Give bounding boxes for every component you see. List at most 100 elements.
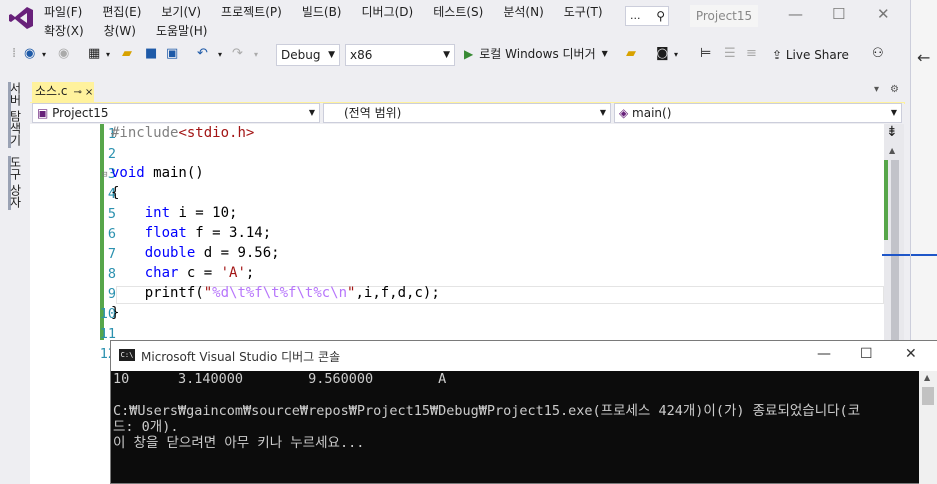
scope-value: (전역 범위): [344, 106, 402, 120]
comment-icon[interactable]: ☰: [724, 46, 736, 61]
tab-label: 소스.c: [35, 84, 68, 98]
scroll-up-icon[interactable]: ▲: [889, 146, 895, 155]
chevron-down-icon: ▼: [443, 50, 450, 60]
undo-dropdown-icon[interactable]: ▾: [218, 50, 222, 59]
back-arrow-icon[interactable]: ←: [917, 48, 930, 67]
code-line-5: int i = 10;: [144, 205, 238, 221]
search-input[interactable]: ... ⚲: [625, 6, 669, 26]
pin-icon[interactable]: ⊸: [74, 87, 82, 98]
solution-configuration-select[interactable]: Debug ▼: [276, 44, 340, 66]
line-number: 3: [107, 166, 116, 182]
chevron-down-icon[interactable]: ▼: [602, 49, 608, 58]
play-icon: ▶: [464, 46, 474, 61]
minimize-icon[interactable]: —: [788, 5, 803, 23]
debug-console-window[interactable]: C:\ Microsoft Visual Studio 디버그 콘솔 — ☐ ✕…: [110, 340, 937, 484]
new-project-icon[interactable]: ▦: [88, 46, 100, 61]
console-line: 이 창을 닫으려면 아무 키나 누르세요...: [113, 435, 365, 451]
menu-tools[interactable]: 도구(T): [564, 3, 603, 20]
console-title: Microsoft Visual Studio 디버그 콘솔: [141, 350, 341, 364]
menu-analyze[interactable]: 분석(N): [503, 3, 543, 20]
standard-toolbar: ⁞ ◉ ▾ ◉ ▦ ▾ ▰ ■ ▣ ↶ ▾ ↷ ▾ Debug ▼ x86 ▼ …: [0, 42, 910, 70]
scope-select[interactable]: (전역 범위) ▼: [323, 103, 611, 123]
forward-icon[interactable]: ◉: [58, 46, 69, 61]
back-dropdown-icon[interactable]: ▾: [42, 50, 46, 59]
undo-icon[interactable]: ↶: [197, 46, 208, 61]
member-value: main(): [632, 106, 672, 120]
save-all-icon[interactable]: ▣: [166, 46, 178, 61]
menu-window[interactable]: 창(W): [104, 22, 136, 39]
code-line-1: #include<stdio.h>: [111, 125, 255, 141]
scrollbar-change-marker: [884, 160, 888, 240]
uncomment-icon[interactable]: ≡: [746, 46, 757, 61]
chevron-down-icon: ▼: [308, 108, 315, 117]
redo-dropdown-icon[interactable]: ▾: [254, 50, 258, 59]
console-line: 10 3.140000 9.560000 A: [113, 371, 447, 387]
console-title-bar[interactable]: C:\ Microsoft Visual Studio 디버그 콘솔 — ☐ ✕: [111, 341, 937, 371]
live-share-label: Live Share: [785, 48, 849, 62]
chevron-down-icon: ▼: [890, 108, 897, 117]
project-value: Project15: [52, 106, 109, 120]
console-line: 드: 0개).: [113, 419, 179, 435]
console-vertical-scrollbar[interactable]: ▲: [919, 371, 937, 484]
maximize-icon[interactable]: ☐: [832, 5, 845, 23]
screenshot-icon[interactable]: ◙: [656, 46, 669, 61]
member-select[interactable]: ◈ main() ▼: [614, 103, 902, 123]
console-maximize-icon[interactable]: ☐: [860, 346, 873, 362]
line-number: 5: [107, 206, 116, 222]
open-folder-icon[interactable]: ▰: [122, 46, 132, 61]
menu-bar-row-1: 파일(F) 편집(E) 보기(V) 프로젝트(P) 빌드(B) 디버그(D) 테…: [44, 3, 623, 20]
platform-value: x86: [350, 48, 373, 62]
toolbox-tab[interactable]: 도구 상자: [8, 156, 24, 210]
solution-platform-select[interactable]: x86 ▼: [345, 44, 455, 66]
scrollbar-thumb[interactable]: [891, 160, 899, 340]
code-line-6: float f = 3.14;: [144, 225, 272, 241]
feedback-icon[interactable]: ⚇: [872, 46, 884, 61]
code-line-7: double d = 9.56;: [144, 245, 280, 261]
navigation-bar: ▣ Project15 ▼ (전역 범위) ▼ ◈ main() ▼: [30, 103, 904, 123]
close-tab-icon[interactable]: ×: [85, 87, 93, 98]
split-window-icon[interactable]: ⇟: [886, 124, 898, 140]
scroll-up-icon[interactable]: ▲: [924, 373, 930, 382]
tab-settings-gear-icon[interactable]: ⚙: [890, 84, 899, 95]
find-in-files-icon[interactable]: ▰: [626, 46, 636, 61]
screenshot-dropdown-icon[interactable]: ▾: [674, 50, 678, 59]
menu-build[interactable]: 빌드(B): [302, 3, 342, 20]
project-name-badge: Project15: [690, 5, 758, 27]
menu-help[interactable]: 도움말(H): [156, 22, 208, 39]
chevron-down-icon: ▼: [599, 108, 606, 117]
menu-test[interactable]: 테스트(S): [433, 3, 483, 20]
tab-list-dropdown-icon[interactable]: ▾: [874, 84, 879, 95]
caret-marker: [882, 254, 910, 256]
menu-edit[interactable]: 편집(E): [102, 3, 141, 20]
start-debugging-button[interactable]: ▶ 로컬 Windows 디버거 ▼: [464, 45, 608, 62]
console-close-icon[interactable]: ✕: [905, 346, 917, 362]
new-dropdown-icon[interactable]: ▾: [106, 50, 110, 59]
project-select[interactable]: ▣ Project15 ▼: [32, 103, 320, 123]
code-line-8: char c = 'A';: [144, 265, 255, 281]
live-share-button[interactable]: ⇪ Live Share: [772, 48, 849, 62]
menu-debug[interactable]: 디버그(D): [362, 3, 414, 20]
menu-view[interactable]: 보기(V): [161, 3, 201, 20]
close-icon[interactable]: ✕: [877, 5, 890, 23]
left-tool-strip: 서버 탐색기 도구 상자: [0, 78, 30, 484]
server-explorer-tab[interactable]: 서버 탐색기: [8, 82, 24, 148]
tab-source-c[interactable]: 소스.c ⊸ ×: [32, 82, 94, 102]
line-number: 4: [107, 186, 116, 202]
menu-file[interactable]: 파일(F): [44, 3, 82, 20]
redo-icon[interactable]: ↷: [232, 46, 243, 61]
format-align-icon[interactable]: ⊨: [700, 46, 711, 61]
start-debugging-label: 로컬 Windows 디버거: [479, 47, 596, 61]
scrollbar-thumb[interactable]: [922, 387, 934, 405]
menu-project[interactable]: 프로젝트(P): [221, 3, 282, 20]
project-icon: ▣: [37, 106, 53, 120]
line-number: 9: [107, 286, 116, 302]
menu-extensions[interactable]: 확장(X): [44, 22, 84, 39]
code-line-3: void main(): [111, 165, 204, 181]
line-number: 1: [107, 126, 116, 142]
back-icon[interactable]: ◉: [24, 46, 35, 61]
collapse-toggle-icon[interactable]: ⊟: [102, 170, 107, 180]
save-icon[interactable]: ■: [145, 46, 157, 61]
code-line-9: printf("%d\t%f\t%f\t%c\n",i,f,d,c);: [111, 285, 440, 301]
code-line-4: {: [111, 185, 120, 201]
console-minimize-icon[interactable]: —: [817, 346, 831, 362]
